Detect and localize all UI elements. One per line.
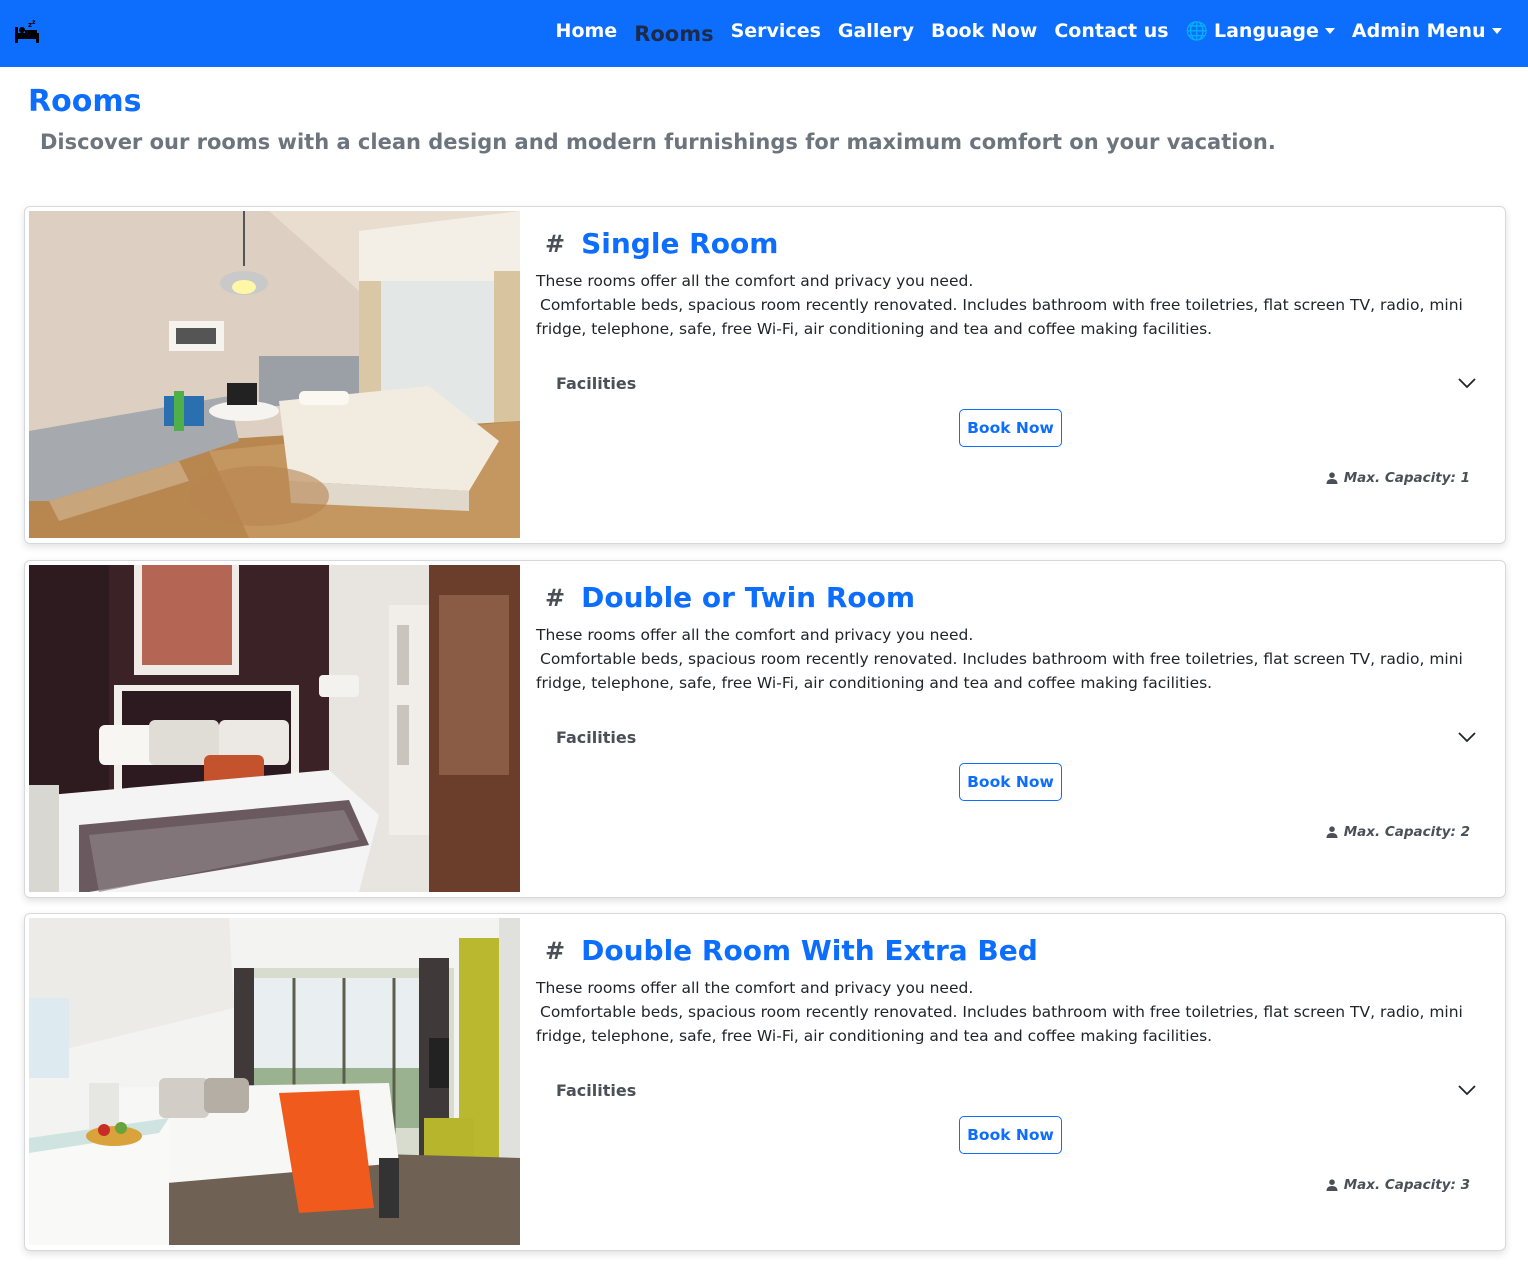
room-description: These rooms offer all the comfort and pr…	[536, 976, 1476, 1048]
nav-book-now[interactable]: Book Now	[922, 20, 1045, 42]
room-title-text: Single Room	[581, 227, 779, 260]
person-icon	[1326, 472, 1338, 484]
room-description-line: These rooms offer all the comfort and pr…	[536, 626, 974, 644]
nav-rooms[interactable]: Rooms	[626, 17, 722, 46]
room-description-line: Comfortable beds, spacious room recently…	[536, 296, 1463, 338]
nav-home[interactable]: Home	[547, 20, 626, 42]
double-room-photo	[29, 565, 520, 892]
facilities-label: Facilities	[556, 373, 637, 393]
person-icon	[1326, 826, 1338, 838]
chevron-down-icon	[1491, 28, 1502, 34]
book-now-button[interactable]: Book Now	[959, 763, 1062, 801]
chevron-down-icon	[1458, 732, 1476, 743]
room-description-line: Comfortable beds, spacious room recently…	[536, 650, 1463, 692]
facilities-toggle[interactable]: Facilities	[556, 371, 1476, 395]
person-icon	[1326, 1179, 1338, 1191]
room-title: # Single Room	[545, 227, 778, 260]
hash-icon: #	[545, 936, 566, 965]
bed-sleeping-icon[interactable]: z z	[13, 19, 41, 47]
room-body: # Double Room With Extra Bed These rooms…	[536, 914, 1496, 1250]
room-title-text: Double or Twin Room	[581, 581, 916, 614]
capacity-text: Max. Capacity: 3	[1343, 1177, 1470, 1193]
admin-menu-label: Admin Menu	[1351, 20, 1486, 42]
max-capacity: Max. Capacity: 1	[1326, 470, 1470, 486]
capacity-text: Max. Capacity: 1	[1343, 470, 1470, 486]
svg-text:z: z	[32, 19, 36, 26]
chevron-down-icon	[1458, 1085, 1476, 1096]
nav-contact[interactable]: Contact us	[1046, 20, 1177, 42]
nav-language-dropdown[interactable]: 🌐 Language	[1177, 20, 1343, 42]
room-title-text: Double Room With Extra Bed	[581, 934, 1038, 967]
single-room-photo	[29, 211, 520, 538]
chevron-down-icon	[1458, 378, 1476, 389]
facilities-label: Facilities	[556, 727, 637, 747]
room-card: # Double Room With Extra Bed These rooms…	[24, 913, 1506, 1251]
max-capacity: Max. Capacity: 2	[1326, 824, 1470, 840]
room-title: # Double Room With Extra Bed	[545, 934, 1038, 967]
room-body: # Double or Twin Room These rooms offer …	[536, 561, 1496, 897]
hash-icon: #	[545, 229, 566, 258]
extra-bed-room-photo	[29, 918, 520, 1245]
globe-icon: 🌐	[1185, 20, 1208, 42]
page-subtitle: Discover our rooms with a clean design a…	[40, 130, 1276, 154]
capacity-text: Max. Capacity: 2	[1343, 824, 1470, 840]
facilities-label: Facilities	[556, 1080, 637, 1100]
room-description-line: These rooms offer all the comfort and pr…	[536, 979, 974, 997]
facilities-toggle[interactable]: Facilities	[556, 725, 1476, 749]
hash-icon: #	[545, 583, 566, 612]
book-now-button[interactable]: Book Now	[959, 1116, 1062, 1154]
room-card: # Double or Twin Room These rooms offer …	[24, 560, 1506, 898]
nav-gallery[interactable]: Gallery	[829, 20, 922, 42]
page-title: Rooms	[28, 84, 142, 119]
chevron-down-icon	[1324, 28, 1335, 34]
top-navbar: z z Home Rooms Services Gallery Book Now…	[0, 0, 1528, 67]
room-description: These rooms offer all the comfort and pr…	[536, 623, 1476, 695]
nav-services[interactable]: Services	[722, 20, 829, 42]
room-card: # Single Room These rooms offer all the …	[24, 206, 1506, 544]
max-capacity: Max. Capacity: 3	[1326, 1177, 1470, 1193]
room-body: # Single Room These rooms offer all the …	[536, 207, 1496, 543]
room-description: These rooms offer all the comfort and pr…	[536, 269, 1476, 341]
nav-links: Home Rooms Services Gallery Book Now Con…	[547, 0, 1510, 62]
room-title: # Double or Twin Room	[545, 581, 915, 614]
book-now-button[interactable]: Book Now	[959, 409, 1062, 447]
language-label: Language	[1214, 20, 1319, 42]
room-description-line: These rooms offer all the comfort and pr…	[536, 272, 974, 290]
nav-admin-dropdown[interactable]: Admin Menu	[1343, 20, 1510, 42]
room-description-line: Comfortable beds, spacious room recently…	[536, 1003, 1463, 1045]
facilities-toggle[interactable]: Facilities	[556, 1078, 1476, 1102]
